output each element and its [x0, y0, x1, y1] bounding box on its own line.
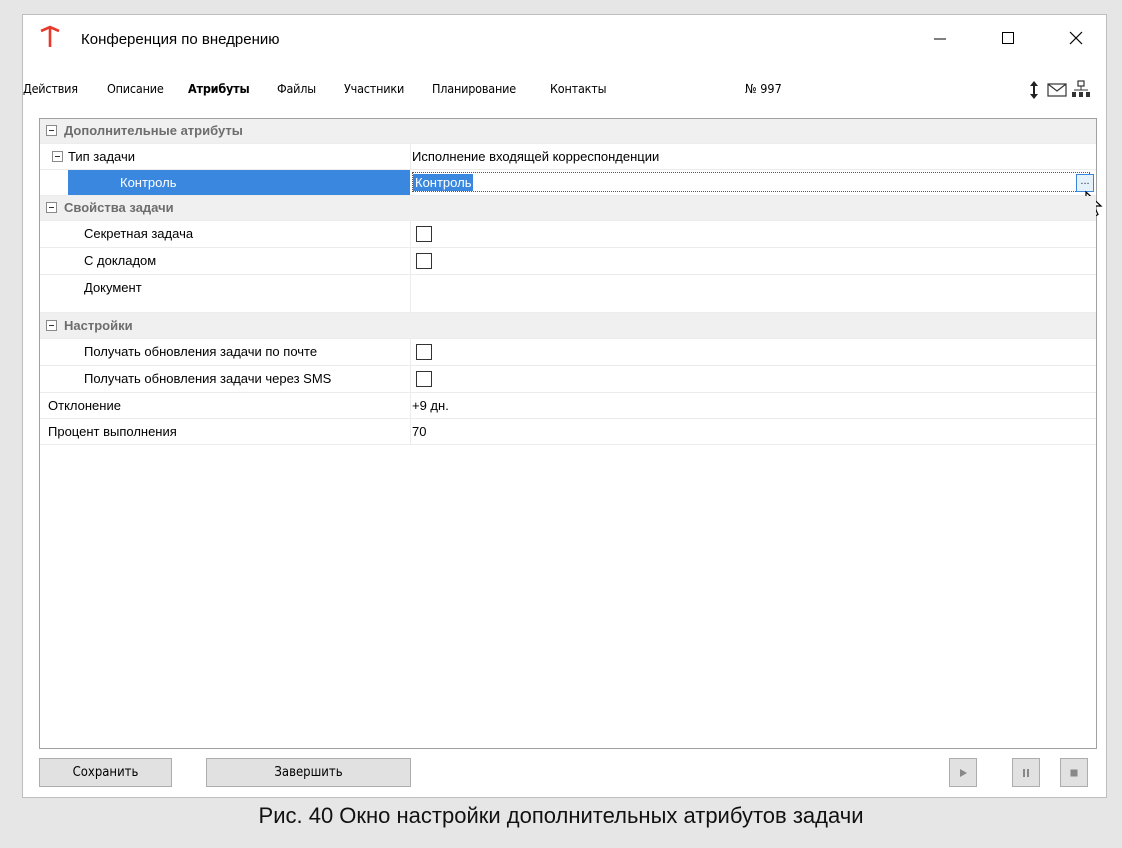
- property-row[interactable]: Тип задачи Исполнение входящей корреспон…: [40, 144, 1096, 170]
- selected-value-text[interactable]: Контроль: [413, 174, 474, 191]
- org-structure-icon[interactable]: [1070, 79, 1092, 101]
- mail-updates-checkbox[interactable]: [416, 344, 432, 360]
- pause-button[interactable]: [1012, 758, 1040, 787]
- sms-updates-checkbox[interactable]: [416, 371, 432, 387]
- property-row[interactable]: Получать обновления задачи по почте: [40, 339, 1096, 366]
- title-bar: Конференция по внедрению: [23, 15, 1106, 61]
- task-number: № 997: [745, 81, 782, 96]
- task-window: Конференция по внедрению Действия Описан…: [22, 14, 1107, 798]
- save-button[interactable]: Сохранить: [39, 758, 172, 787]
- report-checkbox[interactable]: [416, 253, 432, 269]
- property-name: Процент выполнения: [48, 424, 177, 439]
- app-logo-icon: [40, 25, 60, 47]
- property-row[interactable]: Документ: [40, 275, 1096, 313]
- property-value-editor[interactable]: Контроль: [412, 172, 1090, 192]
- category-row[interactable]: Свойства задачи: [40, 196, 1096, 221]
- property-row-selected[interactable]: Контроль Контроль ...: [40, 170, 1103, 217]
- close-icon: [1069, 31, 1083, 45]
- figure-caption: Рис. 40 Окно настройки дополнительных ат…: [258, 803, 864, 828]
- close-button[interactable]: [1053, 15, 1099, 61]
- column-divider: [410, 339, 411, 365]
- minimize-button[interactable]: [917, 15, 963, 61]
- property-row[interactable]: С докладом: [40, 248, 1096, 275]
- property-row[interactable]: Получать обновления задачи через SMS: [40, 366, 1096, 393]
- menu-item-contacts[interactable]: Контакты: [550, 81, 606, 96]
- property-name: Документ: [84, 280, 142, 295]
- column-divider: [410, 275, 411, 312]
- menu-item-files[interactable]: Файлы: [277, 81, 316, 96]
- category-label: Дополнительные атрибуты: [64, 123, 243, 138]
- column-divider: [410, 366, 411, 392]
- menu-bar: Действия Описание Атрибуты Файлы Участни…: [23, 77, 1106, 101]
- property-name: Контроль: [120, 175, 177, 190]
- property-name: Отклонение: [48, 398, 121, 413]
- column-divider: [410, 393, 411, 418]
- menu-item-description[interactable]: Описание: [107, 81, 164, 96]
- play-button[interactable]: [949, 758, 977, 787]
- category-label: Настройки: [64, 318, 133, 333]
- menu-item-planning[interactable]: Планирование: [432, 81, 516, 96]
- collapse-icon[interactable]: [46, 125, 57, 136]
- property-name: Получать обновления задачи по почте: [84, 344, 318, 359]
- maximize-button[interactable]: [985, 15, 1031, 61]
- property-name: С докладом: [84, 253, 157, 268]
- collapse-icon[interactable]: [46, 319, 57, 331]
- column-divider: [410, 144, 411, 169]
- secret-task-checkbox[interactable]: [416, 226, 432, 242]
- collapse-icon[interactable]: [52, 150, 63, 162]
- property-grid: Дополнительные атрибуты Тип задачи Испол…: [39, 118, 1103, 749]
- category-row[interactable]: Дополнительные атрибуты: [40, 119, 1096, 144]
- play-icon: [960, 768, 967, 777]
- window-title: Конференция по внедрению: [81, 31, 280, 48]
- pause-icon: [1023, 768, 1029, 777]
- menu-item-participants[interactable]: Участники: [344, 81, 404, 96]
- property-name: Секретная задача: [84, 226, 194, 241]
- menu-item-actions[interactable]: Действия: [23, 81, 78, 96]
- stop-button[interactable]: [1060, 758, 1088, 787]
- property-row[interactable]: Процент выполнения 70: [40, 419, 1096, 445]
- priority-arrow-icon[interactable]: [1023, 79, 1045, 101]
- property-name: Получать обновления задачи через SMS: [84, 371, 332, 386]
- property-row[interactable]: Секретная задача: [40, 221, 1096, 248]
- maximize-icon: [1002, 32, 1014, 44]
- mail-icon[interactable]: [1046, 79, 1068, 101]
- property-value[interactable]: Исполнение входящей корреспонденции: [412, 144, 659, 169]
- menu-item-attributes[interactable]: Атрибуты: [188, 81, 250, 96]
- category-label: Свойства задачи: [64, 200, 174, 215]
- collapse-icon[interactable]: [46, 202, 57, 213]
- property-value[interactable]: +9 дн.: [412, 393, 449, 418]
- column-divider: [410, 221, 411, 247]
- property-name: Тип задачи: [68, 149, 136, 164]
- stop-icon: [1070, 769, 1078, 776]
- finish-button[interactable]: Завершить: [206, 758, 411, 787]
- minimize-icon: [934, 38, 946, 40]
- selected-name-cell[interactable]: Контроль: [68, 170, 410, 195]
- category-row[interactable]: Настройки: [40, 313, 1096, 339]
- property-row[interactable]: Отклонение +9 дн.: [40, 393, 1096, 419]
- column-divider: [410, 419, 411, 444]
- property-value[interactable]: 70: [412, 419, 426, 444]
- column-divider: [410, 248, 411, 274]
